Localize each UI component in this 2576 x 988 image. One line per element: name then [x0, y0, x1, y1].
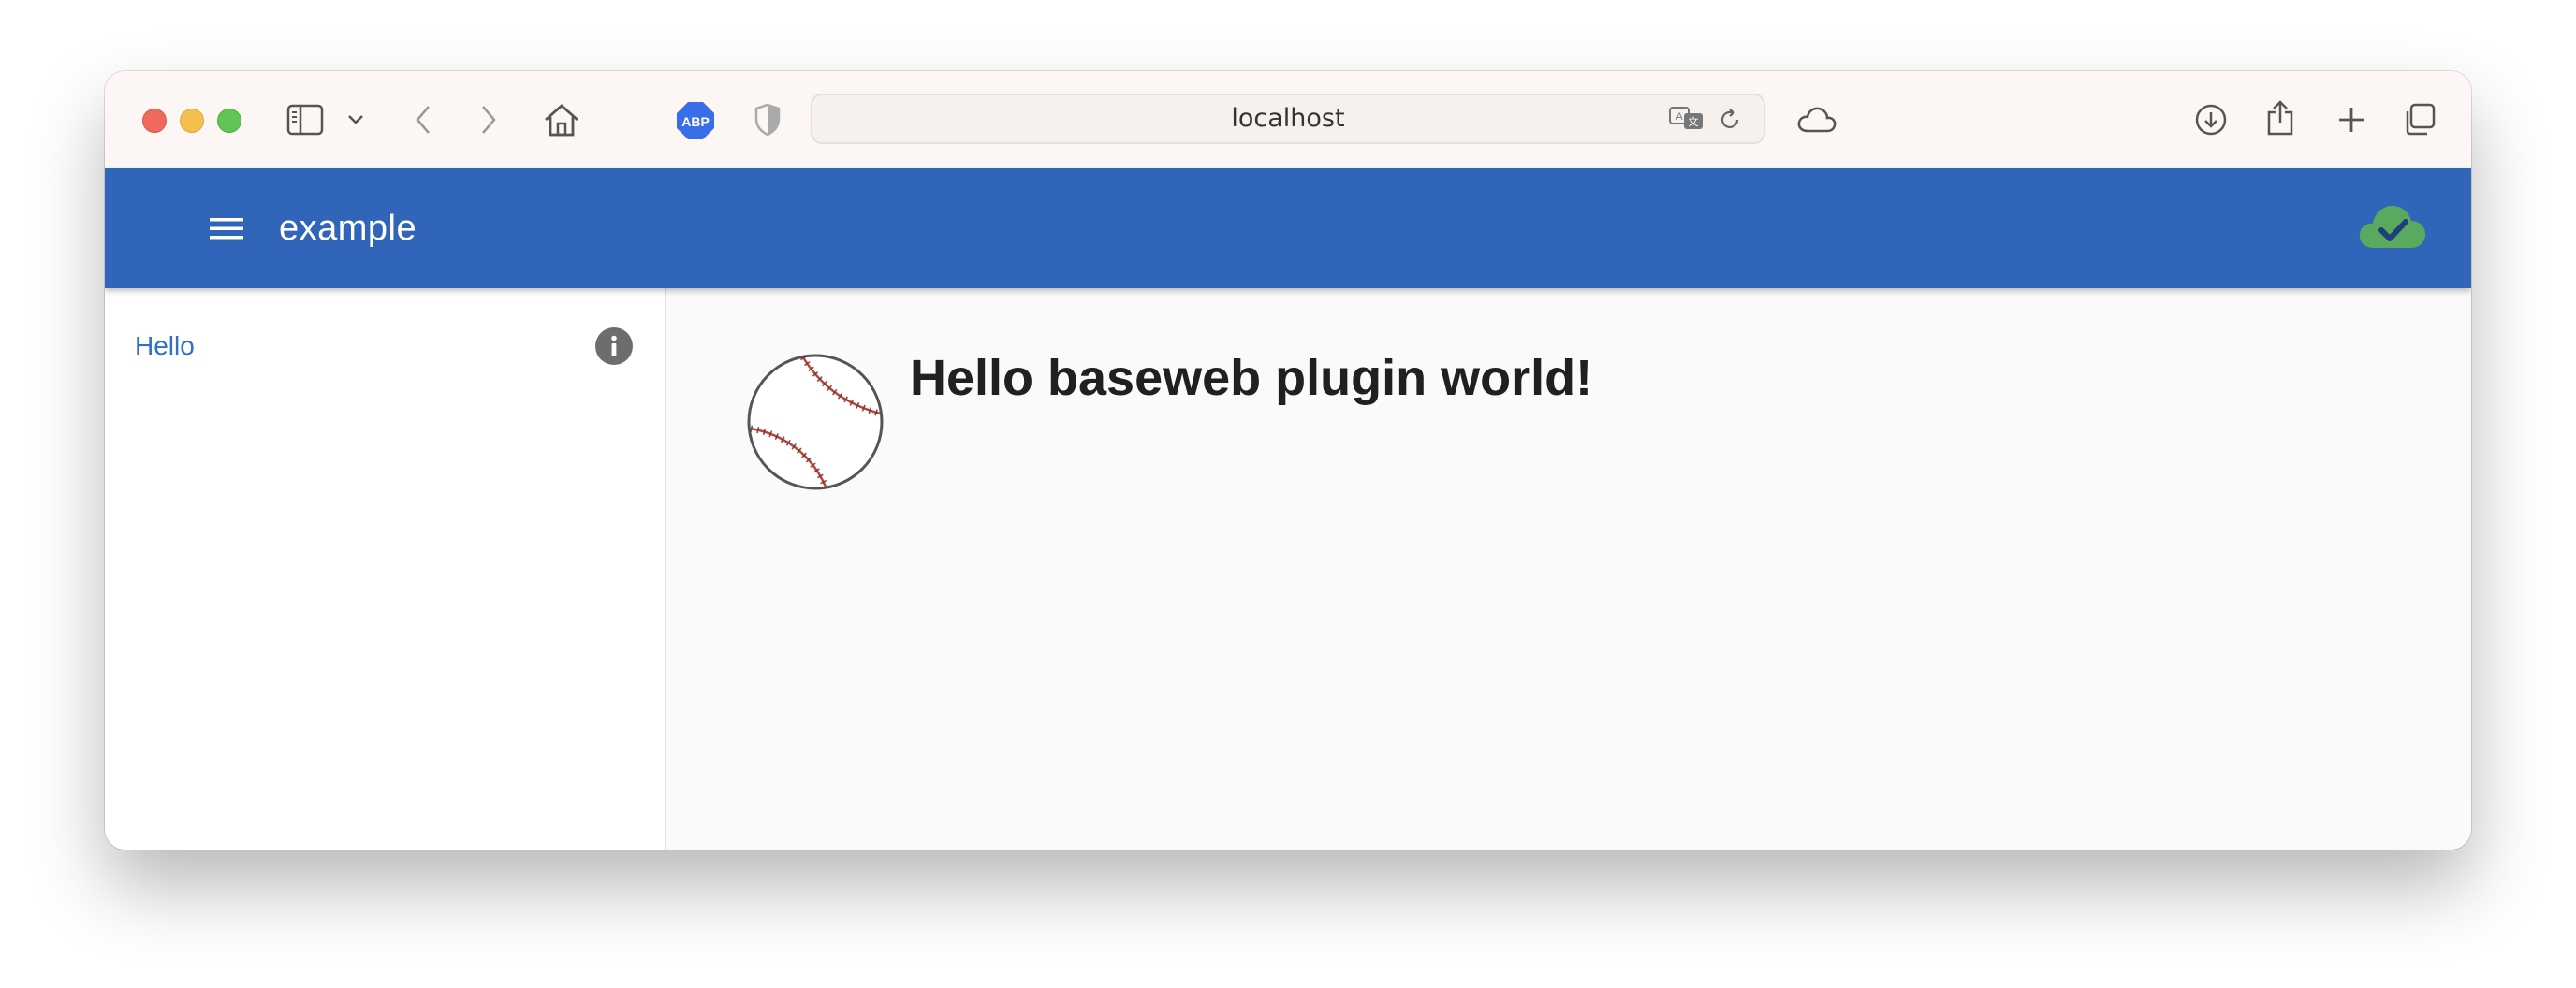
adblock-label: ABP	[681, 114, 710, 129]
downloads-icon[interactable]	[2192, 101, 2230, 138]
maximize-window-button[interactable]	[217, 109, 242, 133]
sidebar-item-hello[interactable]: Hello	[105, 316, 665, 376]
cloud-check-icon	[2355, 198, 2430, 254]
home-icon[interactable]	[541, 99, 582, 140]
reload-icon[interactable]	[1717, 107, 1743, 133]
main-panel: Hello baseweb plugin world!	[666, 288, 2471, 850]
minimize-window-button[interactable]	[180, 109, 204, 133]
new-tab-icon[interactable]	[2333, 101, 2370, 138]
baseball-image	[745, 352, 886, 497]
browser-toolbar: ABP localhost A文	[105, 71, 2471, 169]
app-title: example	[279, 209, 417, 248]
menu-icon[interactable]	[206, 210, 247, 247]
close-window-button[interactable]	[142, 109, 167, 133]
info-icon[interactable]	[595, 327, 633, 365]
back-icon[interactable]	[404, 101, 442, 138]
page-heading: Hello baseweb plugin world!	[910, 350, 1593, 406]
browser-window: ABP localhost A文 example Hello Hello bas…	[105, 71, 2471, 850]
icloud-icon[interactable]	[1795, 101, 1838, 138]
tab-overview-icon[interactable]	[2400, 101, 2437, 138]
sidebar-item-label[interactable]: Hello	[135, 316, 195, 376]
svg-text:A: A	[1676, 111, 1683, 123]
svg-text:文: 文	[1689, 115, 1699, 128]
share-icon[interactable]	[2261, 97, 2299, 138]
address-bar[interactable]: localhost A文	[811, 94, 1765, 144]
url-text[interactable]: localhost	[812, 95, 1764, 142]
sidebar: Hello	[105, 288, 666, 850]
app-header: example	[105, 168, 2471, 288]
translate-icon[interactable]: A文	[1668, 105, 1705, 133]
adblock-icon[interactable]: ABP	[676, 101, 715, 140]
chevron-down-icon[interactable]	[344, 109, 367, 131]
privacy-shield-icon[interactable]	[749, 101, 786, 138]
app-content: Hello Hello baseweb plugin world!	[105, 288, 2471, 850]
sidebar-toggle-icon[interactable]	[286, 101, 324, 138]
forward-icon[interactable]	[470, 101, 507, 138]
